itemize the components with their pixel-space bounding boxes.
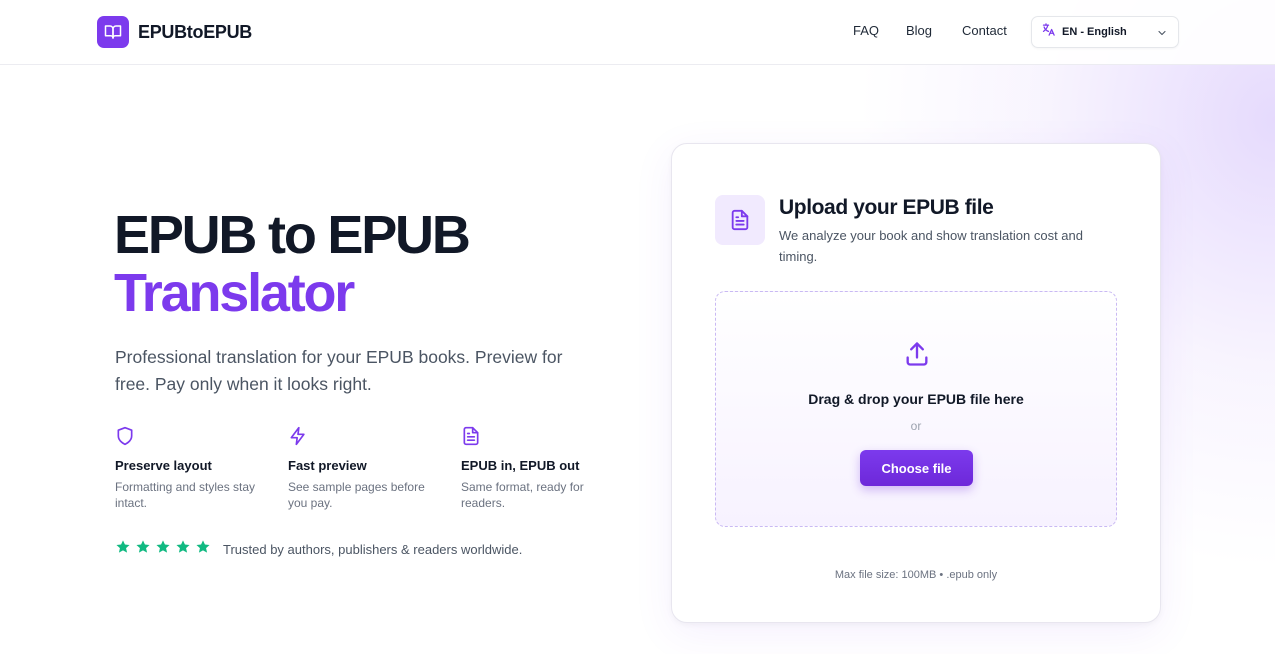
shield-icon — [115, 426, 265, 448]
star-icon — [195, 539, 211, 560]
file-dropzone[interactable]: Drag & drop your EPUB file here or Choos… — [715, 291, 1117, 527]
feature-desc: See sample pages before you pay. — [288, 480, 425, 510]
star-icon — [135, 539, 151, 560]
top-header: EPUBtoEPUB FAQ Blog Contact EN - English — [0, 0, 1275, 65]
language-select[interactable]: EN - English — [1031, 16, 1179, 48]
choose-file-button[interactable]: Choose file — [860, 450, 973, 486]
dropzone-text: Drag & drop your EPUB file here — [808, 391, 1024, 407]
star-rating — [115, 539, 211, 560]
star-icon — [115, 539, 131, 560]
hero-title-line2: Translator — [114, 263, 355, 323]
trust-row: Trusted by authors, publishers & readers… — [115, 539, 522, 560]
nav-link-contact[interactable]: Contact — [962, 23, 1007, 38]
feature-epub-in-out: EPUB in, EPUB out Same format, ready for… — [461, 426, 611, 511]
translate-icon — [1041, 22, 1056, 42]
hero-title-line1: EPUB to EPUB — [114, 205, 471, 265]
nav-link-blog[interactable]: Blog — [906, 23, 932, 38]
star-icon — [155, 539, 171, 560]
upload-card-description: We analyze your book and show translatio… — [779, 228, 1083, 264]
hero-title: EPUB to EPUB Translator — [114, 205, 471, 323]
logo[interactable]: EPUBtoEPUB — [97, 16, 252, 48]
upload-card: Upload your EPUB file We analyze your bo… — [671, 143, 1161, 623]
star-icon — [175, 539, 191, 560]
trust-text: Trusted by authors, publishers & readers… — [223, 542, 523, 557]
dropzone-or: or — [910, 419, 922, 433]
feature-title: Fast preview — [288, 458, 367, 473]
language-label: EN - English — [1062, 26, 1127, 38]
feature-desc: Same format, ready for readers. — [461, 480, 584, 510]
nav-link-faq[interactable]: FAQ — [853, 23, 879, 38]
hero-subtitle: Professional translation for your EPUB b… — [115, 347, 563, 394]
file-icon — [715, 195, 765, 245]
upload-icon — [903, 340, 931, 373]
file-limits-text: Max file size: 100MB • .epub only — [834, 569, 998, 581]
feature-title: Preserve layout — [115, 458, 212, 473]
feature-title: EPUB in, EPUB out — [461, 458, 580, 473]
feature-fast-preview: Fast preview See sample pages before you… — [288, 426, 438, 511]
feature-preserve-layout: Preserve layout Formatting and styles st… — [115, 426, 265, 511]
book-icon — [97, 16, 129, 48]
feature-desc: Formatting and styles stay intact. — [115, 480, 256, 510]
chevron-down-icon — [1156, 26, 1168, 44]
lightning-icon — [288, 426, 438, 448]
document-icon — [461, 426, 611, 448]
logo-text: EPUBtoEPUB — [138, 21, 253, 42]
upload-card-title: Upload your EPUB file — [779, 196, 994, 219]
